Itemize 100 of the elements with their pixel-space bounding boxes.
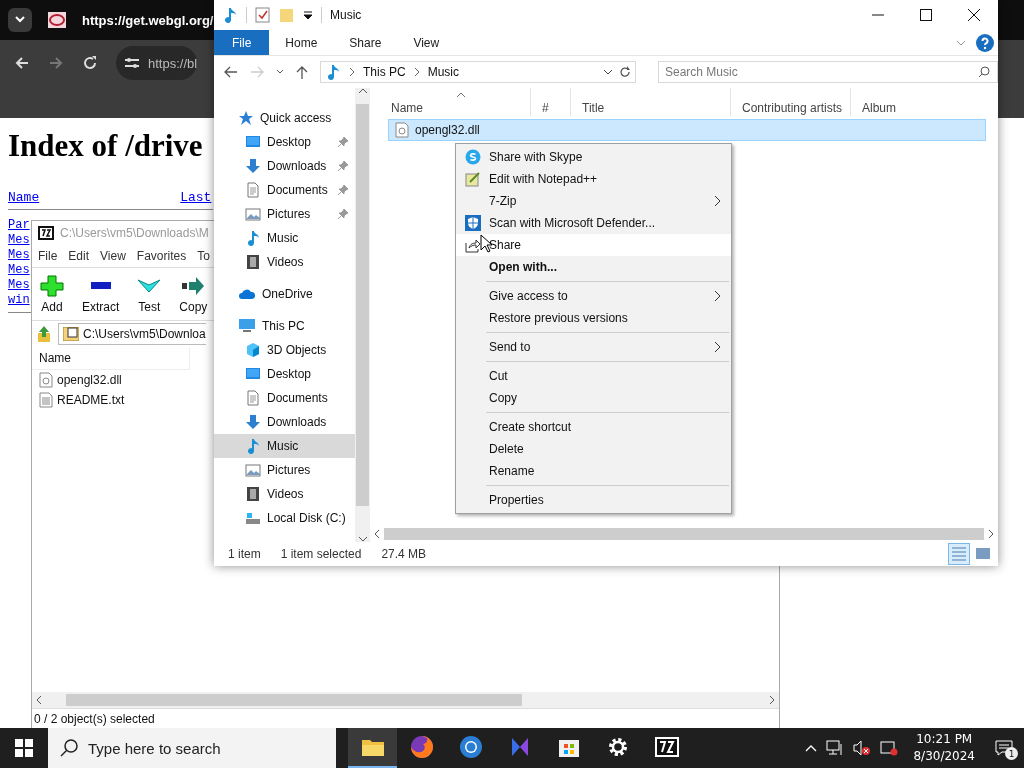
menu-item[interactable]: Delete: [456, 438, 731, 460]
vertical-scrollbar[interactable]: [355, 88, 370, 542]
checkbox-icon[interactable]: [255, 7, 271, 23]
search-field[interactable]: Search Music: [658, 61, 998, 83]
tab-menu-button[interactable]: [8, 8, 32, 32]
tab-title[interactable]: https://get.webgl.org/: [82, 12, 214, 28]
ribbon-tab[interactable]: File: [214, 30, 270, 55]
column-link[interactable]: Last: [180, 190, 212, 205]
address-bar[interactable]: This PC Music: [320, 61, 636, 83]
menu-item[interactable]: Restore previous versions: [456, 307, 731, 329]
toolbar-button[interactable]: Test: [135, 268, 164, 320]
nav-item[interactable]: 3D Objects: [214, 338, 355, 362]
nav-item[interactable]: Desktop: [214, 130, 355, 154]
notification-icon[interactable]: [995, 740, 1013, 756]
folder-icon[interactable]: [360, 737, 385, 757]
nav-item[interactable]: Quick access: [214, 106, 355, 130]
file-link[interactable]: Mes: [8, 233, 30, 248]
nav-item[interactable]: Music: [214, 226, 355, 250]
column-header[interactable]: Title: [570, 88, 730, 116]
column-header[interactable]: Name: [380, 88, 530, 116]
up-arrow-icon[interactable]: [296, 65, 308, 79]
chevron-down-icon[interactable]: [276, 69, 284, 75]
close-icon[interactable]: [968, 9, 980, 21]
file-link[interactable]: Mes: [8, 248, 30, 263]
column-link[interactable]: Name: [8, 190, 40, 205]
search-field[interactable]: Type here to search: [48, 728, 336, 768]
file-link[interactable]: Mes: [8, 263, 30, 278]
forward-icon[interactable]: [48, 55, 64, 71]
menu-item[interactable]: Share: [456, 234, 731, 256]
address-field[interactable]: https://bl: [116, 46, 198, 80]
toolbar-button[interactable]: Add: [38, 268, 66, 320]
menu-item[interactable]: 7-Zip: [456, 190, 731, 212]
menu-item[interactable]: Send to: [456, 336, 731, 358]
back-icon[interactable]: [14, 55, 30, 71]
toolbar-button[interactable]: Extract: [80, 268, 122, 320]
nav-item[interactable]: Music: [214, 434, 355, 458]
reload-icon[interactable]: [82, 55, 98, 71]
menu-item[interactable]: Scan with Microsoft Defender...: [456, 212, 731, 234]
file-row[interactable]: opengl32.dll: [388, 119, 986, 141]
document-icon: [245, 390, 261, 406]
nav-item[interactable]: Pictures: [214, 458, 355, 482]
computer-icon: [238, 318, 256, 334]
archive-logo-icon: [38, 226, 54, 240]
network-icon[interactable]: [826, 740, 845, 756]
toolbar-button[interactable]: Copy: [177, 268, 210, 320]
nav-item[interactable]: OneDrive: [214, 282, 355, 306]
alert-device-icon[interactable]: [880, 740, 899, 756]
nav-item[interactable]: Videos: [214, 250, 355, 274]
column-header[interactable]: Album: [850, 88, 970, 116]
windows-logo-icon[interactable]: [15, 739, 33, 757]
muted-speaker-icon[interactable]: [853, 740, 872, 756]
search-icon: [60, 739, 78, 757]
ribbon-tab[interactable]: Share: [333, 30, 398, 55]
file-link[interactable]: win: [8, 293, 30, 308]
nav-item[interactable]: Local Disk (C:): [214, 506, 355, 530]
ring-icon[interactable]: [458, 735, 483, 759]
menu-item[interactable]: Open with...: [456, 256, 731, 278]
nav-item[interactable]: This PC: [214, 314, 355, 338]
ribbon-tab[interactable]: Home: [269, 30, 334, 55]
refresh-icon[interactable]: [619, 66, 631, 78]
maximize-icon[interactable]: [920, 9, 932, 21]
back-icon[interactable]: [224, 66, 238, 78]
file-link[interactable]: Mes: [8, 278, 30, 293]
menu-item[interactable]: Share with Skype: [456, 146, 731, 168]
menu-item[interactable]: Copy: [456, 387, 731, 409]
menu-item[interactable]: Properties: [456, 489, 731, 511]
archive-logo-icon[interactable]: [654, 737, 679, 757]
archive-folder-icon: [63, 327, 79, 341]
nav-item[interactable]: Documents: [214, 178, 355, 202]
horizontal-scrollbar[interactable]: [32, 692, 779, 708]
nav-item[interactable]: Documents: [214, 386, 355, 410]
path-field[interactable]: C:\Users\vm5\Downloa: [58, 323, 206, 345]
menu-item[interactable]: Give access to: [456, 285, 731, 307]
column-header[interactable]: Name: [32, 347, 190, 370]
help-icon[interactable]: [976, 33, 994, 52]
chevron-up-icon[interactable]: [805, 744, 818, 752]
column-header[interactable]: Contributing artists: [730, 88, 850, 116]
dropdown-icon[interactable]: [303, 10, 313, 20]
up-folder-icon[interactable]: [36, 325, 52, 343]
menu-item[interactable]: Favorites: [136, 249, 187, 263]
file-name[interactable]: opengl32.dll: [57, 373, 122, 387]
menu-item[interactable]: Edit with Notepad++: [456, 168, 731, 190]
menu-item[interactable]: Rename: [456, 460, 731, 482]
nav-item[interactable]: Downloads: [214, 154, 355, 178]
menu-item[interactable]: File: [38, 249, 58, 263]
menu-item[interactable]: Edit: [68, 249, 90, 263]
nav-item[interactable]: Pictures: [214, 202, 355, 226]
nav-item[interactable]: Desktop: [214, 362, 355, 386]
menu-item[interactable]: Cut: [456, 365, 731, 387]
nav-item[interactable]: Videos: [214, 482, 355, 506]
nav-item[interactable]: Downloads: [214, 410, 355, 434]
file-name[interactable]: README.txt: [57, 393, 125, 407]
column-header[interactable]: #: [530, 88, 570, 116]
menu-item[interactable]: To: [197, 249, 210, 263]
clock[interactable]: 10:21 PM 8/30/2024: [913, 731, 975, 765]
menu-item[interactable]: View: [100, 249, 126, 263]
menu-item[interactable]: Create shortcut: [456, 416, 731, 438]
ribbon-tab[interactable]: View: [397, 30, 456, 55]
fox-globe-icon[interactable]: [409, 735, 434, 759]
file-link[interactable]: Par: [8, 218, 30, 233]
